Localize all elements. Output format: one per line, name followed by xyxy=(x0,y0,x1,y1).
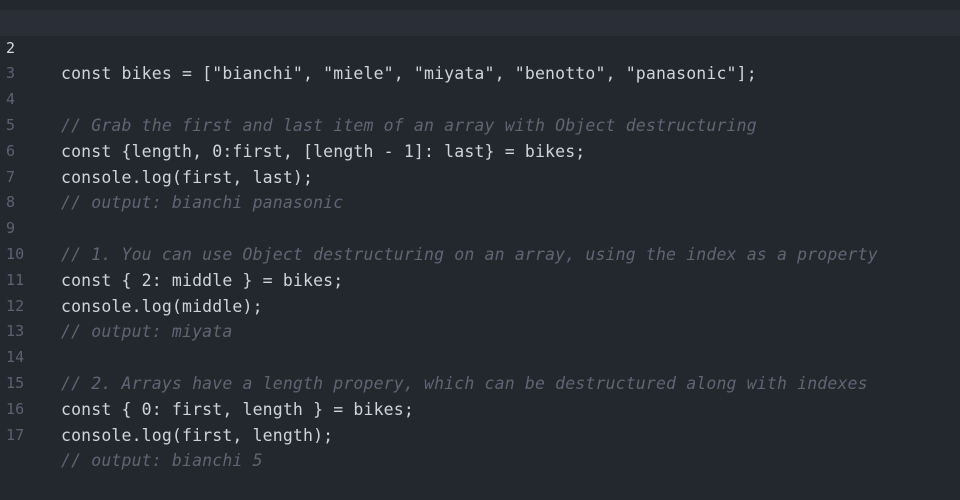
code-editor[interactable]: 1 2 const bikes = ["bianchi", "miele", "… xyxy=(0,0,960,471)
code-comment: // output: bianchi 5 xyxy=(61,451,263,471)
code-line[interactable]: 17 // output: bianchi 5 xyxy=(0,397,960,471)
code-text: console.log(first, length); xyxy=(61,425,334,445)
code-line[interactable]: 1 xyxy=(0,0,960,31)
code-line[interactable]: 9 // 1. You can use Object destructuring… xyxy=(0,190,960,264)
code-line[interactable]: 10 const { 2: middle } = bikes; xyxy=(0,216,960,290)
code-line[interactable]: 16 console.log(first, length); xyxy=(0,371,960,445)
code-line[interactable]: 13 xyxy=(0,294,960,340)
code-line[interactable]: 7 // output: bianchi panasonic xyxy=(0,139,960,213)
code-line[interactable]: 8 xyxy=(0,165,960,211)
code-line[interactable]: 5 const {length, 0:first, [length - 1]: … xyxy=(0,87,960,161)
code-line[interactable]: 4 // Grab the first and last item of an … xyxy=(0,61,960,135)
code-line[interactable]: 14 // 2. Arrays have a length propery, w… xyxy=(0,319,960,393)
code-line[interactable]: 6 console.log(first, last); xyxy=(0,113,960,187)
code-line[interactable]: 12 // output: miyata xyxy=(0,268,960,342)
code-line[interactable]: 11 console.log(middle); xyxy=(0,242,960,316)
code-line-active[interactable]: 2 const bikes = ["bianchi", "miele", "mi… xyxy=(0,9,960,83)
code-line[interactable]: 3 xyxy=(0,36,960,82)
code-line[interactable]: 15 const { 0: first, length } = bikes; xyxy=(0,345,960,419)
line-number: 17 xyxy=(6,425,25,444)
